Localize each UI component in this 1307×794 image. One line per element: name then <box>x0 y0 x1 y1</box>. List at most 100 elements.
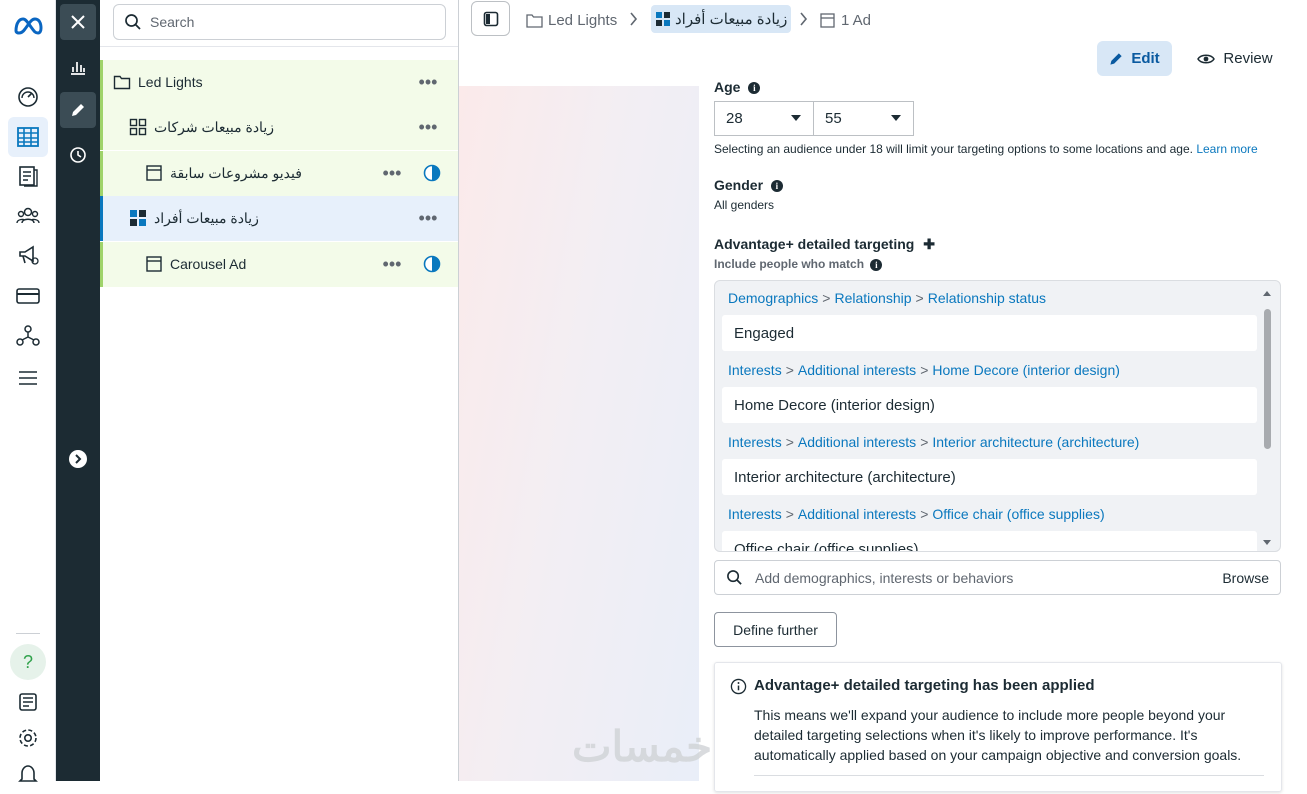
notice-line: automatically applied based on your camp… <box>754 747 1242 763</box>
tree-row-ad[interactable]: Carousel Ad ••• <box>100 242 458 287</box>
tree-row-label: فيديو مشروعات سابقة <box>170 165 302 181</box>
target-path-part[interactable]: Additional interests <box>798 506 916 522</box>
more-options-icon[interactable]: ••• <box>417 72 439 92</box>
targeting-scrollbar[interactable] <box>1261 289 1271 547</box>
notifications-icon[interactable] <box>8 754 48 794</box>
ad-icon <box>146 165 162 181</box>
gender-value: All genders <box>714 198 775 212</box>
target-path-part[interactable]: Interests <box>728 434 782 450</box>
tree-search[interactable] <box>113 4 446 40</box>
gender-label: Gender i <box>714 177 783 193</box>
chart-icon[interactable] <box>60 49 96 85</box>
chevron-right-icon <box>630 12 638 26</box>
target-path-part[interactable]: Interests <box>728 506 782 522</box>
audiences-icon[interactable] <box>8 196 48 236</box>
watermark-logo: خمسات <box>572 723 713 770</box>
age-max-value: 55 <box>825 110 842 127</box>
eye-icon <box>1197 54 1216 63</box>
chevron-right-icon <box>800 12 808 26</box>
age-note: Selecting an audience under 18 will limi… <box>714 142 1258 156</box>
tree-row-label: زيادة مبيعات شركات <box>154 119 274 135</box>
editor-canvas-background <box>459 86 699 781</box>
folder-icon <box>113 75 131 90</box>
campaigns-table-icon[interactable] <box>8 117 48 157</box>
targeting-list[interactable]: Demographics > Relationship > Relationship s… <box>714 280 1281 552</box>
add-targeting-placeholder[interactable]: Add demographics, interests or behaviors <box>755 570 1013 586</box>
divider <box>754 775 1264 776</box>
meta-logo[interactable] <box>8 6 48 46</box>
target-path-part[interactable]: Additional interests <box>798 434 916 450</box>
business-icon[interactable] <box>8 316 48 356</box>
target-item[interactable]: Office chair (office supplies) <box>722 531 1257 551</box>
target-path-part[interactable]: Additional interests <box>798 362 916 378</box>
edit-button[interactable]: Edit <box>1097 41 1172 76</box>
tree-row-ad[interactable]: فيديو مشروعات سابقة ••• <box>100 151 458 196</box>
more-options-icon[interactable]: ••• <box>417 117 439 137</box>
editor-tool-rail <box>56 0 100 781</box>
pencil-icon <box>1110 53 1122 65</box>
target-path-part[interactable]: Home Decore (interior design) <box>932 362 1120 378</box>
target-path-part[interactable]: Interior architecture (architecture) <box>932 434 1139 450</box>
settings-icon[interactable] <box>8 718 48 758</box>
dashboard-icon[interactable] <box>8 77 48 117</box>
more-options-icon[interactable]: ••• <box>381 254 403 274</box>
learn-more-link[interactable]: Learn more <box>1196 142 1257 156</box>
news-icon[interactable] <box>8 682 48 722</box>
add-targeting-field[interactable]: Add demographics, interests or behaviors… <box>714 560 1281 595</box>
scroll-down-icon[interactable] <box>1262 539 1272 547</box>
info-icon[interactable]: i <box>770 180 783 193</box>
include-label: Include people who match i <box>714 257 883 271</box>
scroll-up-icon[interactable] <box>1262 289 1272 297</box>
age-min-select[interactable]: 28 <box>714 101 814 136</box>
search-input[interactable] <box>150 14 420 30</box>
scrollbar-thumb[interactable] <box>1264 309 1271 449</box>
ads-icon[interactable] <box>8 235 48 275</box>
adset-grid-icon <box>130 210 146 226</box>
close-icon[interactable] <box>60 4 96 40</box>
pages-icon[interactable] <box>8 156 48 196</box>
notice-title: Advantage+ detailed targeting has been a… <box>754 677 1095 694</box>
tree-row-label: زيادة مبيعات أفراد <box>154 210 259 226</box>
more-options-icon[interactable]: ••• <box>417 208 439 228</box>
info-icon[interactable]: i <box>870 258 883 271</box>
edit-pencil-icon[interactable] <box>60 92 96 128</box>
browse-button[interactable]: Browse <box>1222 570 1269 586</box>
breadcrumb-adset[interactable]: زيادة مبيعات أفراد <box>651 5 792 33</box>
age-label: Age i <box>714 79 761 95</box>
breadcrumb-ads[interactable]: 1 Ad <box>820 8 871 32</box>
info-icon[interactable]: i <box>748 82 761 95</box>
target-path-part[interactable]: Demographics <box>728 290 818 306</box>
target-item[interactable]: Engaged <box>722 315 1257 351</box>
tree-row-label: Carousel Ad <box>170 256 247 272</box>
target-path-part[interactable]: Office chair (office supplies) <box>932 506 1104 522</box>
target-item[interactable]: Interior architecture (architecture) <box>722 459 1257 495</box>
include-label-text: Include people who match <box>714 257 865 271</box>
target-path-part[interactable]: Relationship <box>834 290 911 306</box>
help-icon[interactable]: ? <box>10 644 46 680</box>
review-button[interactable]: Review <box>1187 41 1283 76</box>
detailed-targeting-label: Advantage+ detailed targeting ✚ <box>714 236 935 253</box>
target-path-part[interactable]: Relationship status <box>928 290 1046 306</box>
status-toggle-icon[interactable] <box>423 255 441 273</box>
toggle-panel-button[interactable] <box>471 1 510 36</box>
target-item[interactable]: Home Decore (interior design) <box>722 387 1257 423</box>
divider <box>100 46 458 47</box>
status-toggle-icon[interactable] <box>423 164 441 182</box>
path-separator: > <box>785 434 794 450</box>
age-max-select[interactable]: 55 <box>813 101 914 136</box>
tree-row-campaign[interactable]: Led Lights ••• <box>100 60 458 105</box>
define-further-button[interactable]: Define further <box>714 612 837 647</box>
breadcrumb-campaign[interactable]: Led Lights <box>526 8 617 32</box>
billing-icon[interactable] <box>8 276 48 316</box>
more-options-icon[interactable]: ••• <box>381 163 403 183</box>
menu-icon[interactable] <box>8 358 48 398</box>
age-note-text: Selecting an audience under 18 will limi… <box>714 142 1193 156</box>
path-separator: > <box>785 506 794 522</box>
advantage-notice: Advantage+ detailed targeting has been a… <box>714 662 1282 792</box>
tree-row-adset-selected[interactable]: زيادة مبيعات أفراد ••• <box>100 196 458 241</box>
tree-row-adset[interactable]: زيادة مبيعات شركات ••• <box>100 105 458 150</box>
expand-chevron-icon[interactable] <box>69 450 87 468</box>
history-clock-icon[interactable] <box>60 137 96 173</box>
notice-line: This means we'll expand your audience to… <box>754 707 1226 723</box>
target-path-part[interactable]: Interests <box>728 362 782 378</box>
